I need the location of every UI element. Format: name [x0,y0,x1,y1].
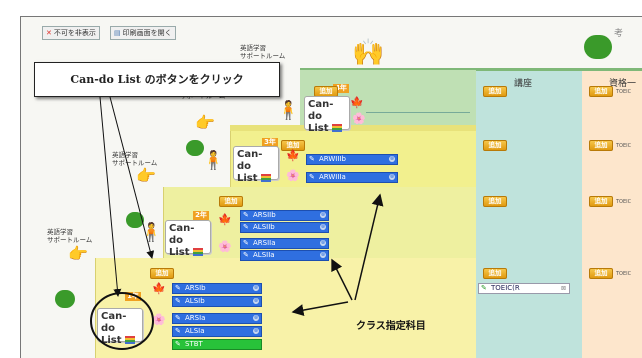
screen: ✕不可を非表示 ▤印刷画面を開く 科目 講座 資格一 🙌 考 英語学習 サポート… [0,0,642,358]
class-arrow-line [354,193,384,301]
callout-arrow-line [109,96,155,259]
class-subjects-label: クラス指定科目 [356,321,426,332]
class-arrow-line [331,258,353,301]
annotation-arrows [90,96,384,350]
class-arrow-line [291,301,349,317]
highlight-circle [90,292,154,350]
callout-arrow-line [99,96,122,297]
